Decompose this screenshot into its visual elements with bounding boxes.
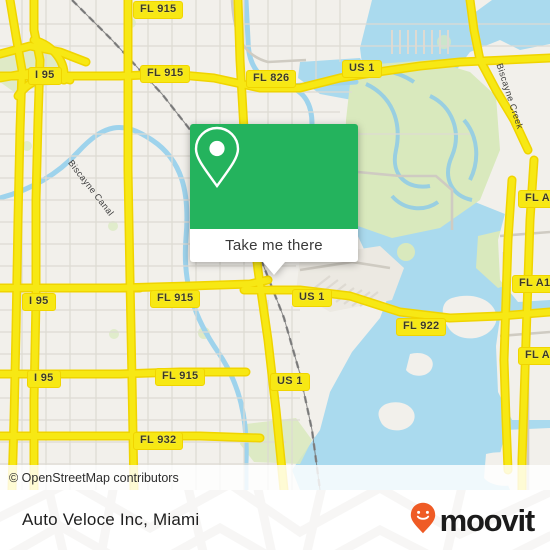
place-title: Auto Veloce Inc, Miami [22,490,199,550]
road-shield-i95-mid: I 95 [22,293,56,311]
moovit-wordmark: moovit [439,502,536,538]
road-shield-fl915-mid: FL 915 [150,290,201,308]
callout-card-header [190,124,358,229]
take-me-there-label: Take me there [225,237,323,254]
road-shield-us1-lower: US 1 [270,373,310,391]
take-me-there-button[interactable]: Take me there [190,229,358,262]
road-shield-us1-mid: US 1 [292,289,332,307]
road-shield-i95-lower: I 95 [27,370,61,388]
road-shield-fl932: FL 932 [133,432,184,450]
location-callout-card[interactable]: Take me there [190,124,358,275]
road-shield-fla1a-mid: FL A1A [512,275,550,293]
road-shield-us1-top: US 1 [342,60,382,78]
road-shield-fl915-top: FL 915 [133,1,184,19]
road-shield-fl915-lower: FL 915 [155,368,206,386]
osm-attribution[interactable]: © OpenStreetMap contributors [0,465,550,490]
road-shield-fla1a-lower: FL A1A [518,347,550,365]
moovit-map-screenshot: Biscayne Creek Biscayne Canal FL 915 FL … [0,0,550,550]
road-shield-fl826: FL 826 [246,70,297,88]
footer-bar: Auto Veloce Inc, Miami moovit [0,490,550,550]
osm-attribution-text: © OpenStreetMap contributors [9,470,179,485]
moovit-brand[interactable]: moovit [410,490,536,550]
map-canvas[interactable]: Biscayne Creek Biscayne Canal FL 915 FL … [0,0,550,490]
road-shield-i95-top: I 95 [28,67,62,85]
road-shield-fl915-upper: FL 915 [140,65,191,83]
place-title-text: Auto Veloce Inc, Miami [22,510,200,529]
road-shield-fl922: FL 922 [396,318,447,336]
callout-tail [263,262,285,275]
moovit-smiley-pin-icon [410,502,436,539]
road-shield-fla1a-top: FL A1A [518,190,550,208]
